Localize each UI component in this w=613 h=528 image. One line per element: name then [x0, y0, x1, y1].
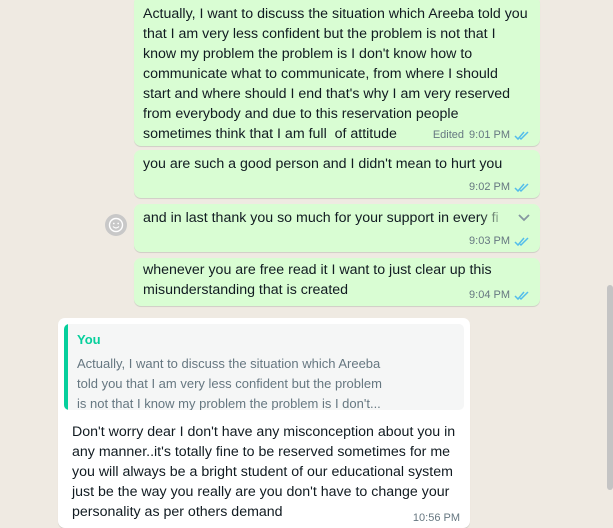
edited-label: Edited: [432, 129, 465, 141]
message-bubble-outgoing[interactable]: whenever you are free read it I want to …: [134, 258, 540, 306]
quote-text: Actually, I want to discuss the situatio…: [77, 356, 382, 410]
chevron-down-icon[interactable]: [516, 210, 532, 226]
message-meta: 9:04 PM: [469, 289, 530, 301]
message-bubble-outgoing[interactable]: Actually, I want to discuss the situatio…: [134, 0, 540, 146]
text-fade: [480, 204, 520, 234]
message-time: 9:02 PM: [469, 181, 510, 193]
message-text: Actually, I want to discuss the situatio…: [143, 6, 528, 142]
quote-accent-bar: [64, 324, 68, 410]
message-meta: 10:56 PM: [413, 512, 460, 524]
quoted-message[interactable]: You Actually, I want to discuss the situ…: [64, 324, 464, 410]
message-meta: 9:03 PM: [469, 235, 530, 247]
double-check-icon: [514, 290, 529, 300]
emoji-smile-icon: [108, 217, 124, 233]
message-text: you are such a good person and I didn't …: [143, 156, 503, 172]
message-meta: 9:02 PM: [469, 181, 530, 193]
double-check-icon: [514, 236, 529, 246]
message-bubble-outgoing[interactable]: and in last thank you so much for your s…: [134, 204, 540, 252]
quote-author: You: [77, 332, 101, 347]
reaction-button[interactable]: [105, 214, 127, 236]
message-meta: Edited 9:01 PM: [433, 129, 530, 141]
message-text: Don't worry dear I don't have any miscon…: [72, 424, 456, 520]
message-text: and in last thank you so much for your s…: [143, 210, 499, 226]
scrollbar[interactable]: [607, 285, 613, 490]
chat-pane[interactable]: Actually, I want to discuss the situatio…: [0, 0, 613, 528]
message-bubble-incoming[interactable]: You Actually, I want to discuss the situ…: [58, 318, 470, 528]
message-time: 10:56 PM: [412, 512, 460, 524]
message-time: 9:03 PM: [469, 235, 510, 247]
message-time: 9:04 PM: [469, 289, 510, 301]
double-check-icon: [514, 182, 529, 192]
message-bubble-outgoing[interactable]: you are such a good person and I didn't …: [134, 150, 540, 198]
message-time: 9:01 PM: [469, 129, 510, 141]
double-check-icon: [514, 130, 529, 140]
